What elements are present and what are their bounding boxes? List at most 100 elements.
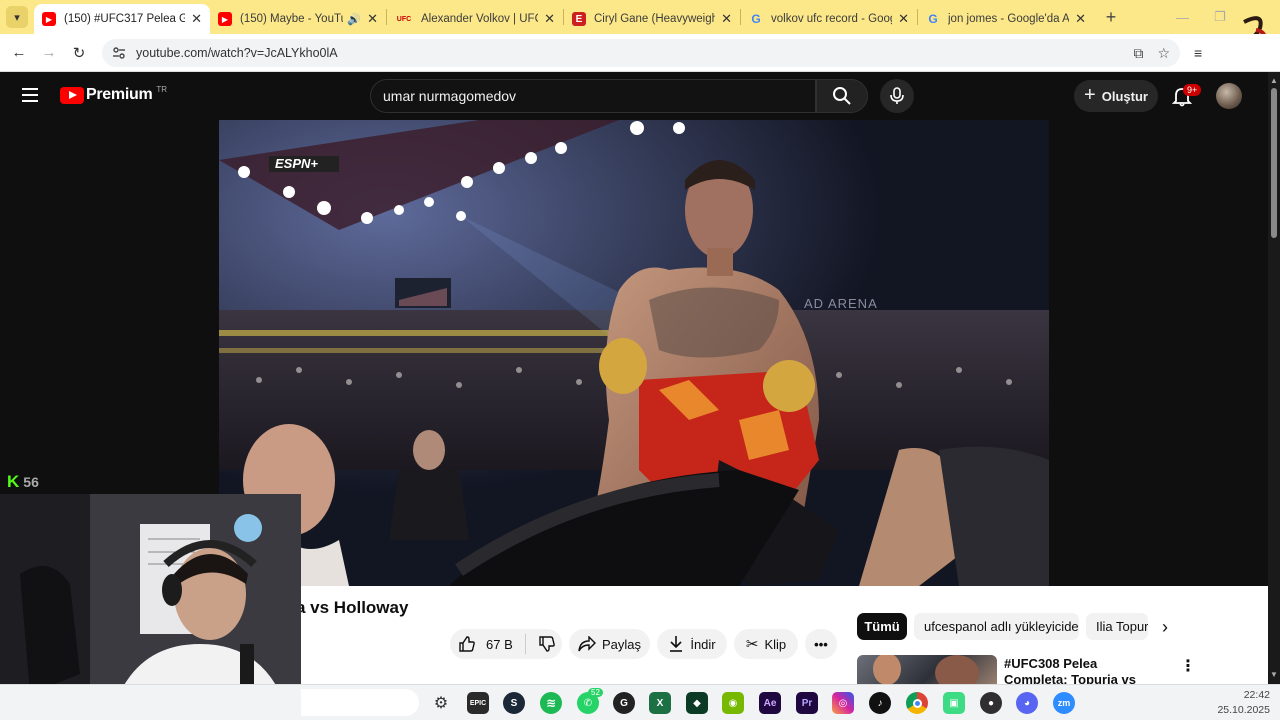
scroll-down-icon[interactable]: ▼ [1270,670,1278,679]
clock-date: 25.10.2025 [1217,704,1270,716]
search-input[interactable]: umar nurmagomedov [370,79,816,113]
tab-title: (150) Maybe - YouTube [240,13,343,25]
system-clock[interactable]: 22:42 25.10.2025 [1200,688,1270,718]
youtube-icon: ▶ [218,12,232,26]
like-count[interactable]: 67 B [486,637,513,652]
install-app-icon[interactable]: ⧉ [1133,45,1143,62]
create-button[interactable]: + Oluştur [1074,80,1158,112]
youtube-play-icon [60,86,84,104]
excel-icon[interactable]: X [649,692,671,714]
avatar[interactable] [1216,83,1242,109]
omnibox[interactable]: youtube.com/watch?v=JcALYkho0lA ⧉ ☆ [102,39,1180,67]
youtube-premium-logo[interactable]: Premium TR [60,85,167,104]
thumbnail-image [873,655,979,685]
tiktok-icon[interactable]: ♪ [869,692,891,714]
tab-volkov-record[interactable]: G volkov ufc record - Google ✕ [741,4,917,34]
new-tab-button[interactable]: + [1098,7,1124,28]
restore-button[interactable]: ❐ [1214,0,1226,34]
search-button[interactable] [816,79,868,113]
menu-icon[interactable] [22,88,38,102]
chip-ilia-topuria[interactable]: Ilia Topuria [1086,613,1148,640]
scroll-up-icon[interactable]: ▲ [1270,76,1278,85]
forward-button[interactable]: → [34,44,64,61]
close-icon[interactable]: ✕ [721,11,732,27]
share-icon [578,636,596,652]
minimize-button[interactable]: — [1176,0,1189,34]
video-player[interactable]: ESPN+ AD ARENA [219,120,1049,586]
share-label: Paylaş [601,636,642,652]
thumb-down-icon[interactable] [538,635,556,653]
download-label: İndir [690,636,716,652]
android-icon[interactable]: ▣ [943,692,965,714]
premiere-icon[interactable]: Pr [796,692,818,714]
g-hub-icon[interactable]: G [613,692,635,714]
close-icon[interactable]: ✕ [367,11,378,27]
tab-ciryl-gane[interactable]: E Ciryl Gane (Heavyweight) M ✕ [564,4,740,34]
clip-label: Klip [764,636,787,652]
more-actions-button[interactable]: ••• [805,629,837,659]
back-button[interactable]: ← [4,44,34,61]
tab-volkov-ufc[interactable]: UFC Alexander Volkov | UFC ✕ [387,4,563,34]
recommendation-thumbnail[interactable] [857,655,997,685]
arrow-left-icon: ← [11,44,27,61]
tab-title: volkov ufc record - Google [771,13,893,25]
arena-sign: AD ARENA [804,296,878,311]
close-icon[interactable]: ✕ [191,11,202,27]
download-button[interactable]: İndir [657,629,727,659]
close-icon[interactable]: ✕ [898,11,909,27]
kick-viewer-count: 56 [23,474,39,490]
spotify-icon[interactable]: ≋ [540,692,562,714]
chip-all[interactable]: Tümü [857,613,907,640]
google-icon: G [928,12,938,26]
tab-title: Ciryl Gane (Heavyweight) M [594,13,716,25]
media-control-button[interactable]: ≡ [1194,34,1202,72]
more-vertical-icon[interactable]: ⋮ [1180,656,1196,676]
taskbar-search[interactable] [301,689,419,716]
chrome-icon[interactable] [906,692,928,714]
after-effects-icon[interactable]: Ae [759,692,781,714]
tab-ufc317[interactable]: ▶ (150) #UFC317 Pelea Gratis ✕ [34,4,210,34]
obs-icon[interactable]: ● [980,692,1002,714]
chip-uploader[interactable]: ufcespanol adlı yükleyiciden [914,613,1079,640]
recommendation-title[interactable]: #UFC308 Pelea Completa: Topuria vs Volka… [1004,656,1164,684]
tab-maybe[interactable]: ▶ (150) Maybe - YouTube 🔊 ✕ [210,4,386,34]
tab-search-dropdown[interactable]: ▾ [6,6,28,28]
clip-button[interactable]: ✂ Klip [734,629,798,659]
kick-icon: K [7,472,20,491]
speaker-icon[interactable]: 🔊 [347,13,361,26]
tab-title: jon jomes - Google'da Ara [948,13,1070,25]
page-scrollbar[interactable]: ▲ ▼ [1268,72,1280,684]
tab-title: (150) #UFC317 Pelea Gratis [64,13,186,25]
browser-tab-strip: ▾ ▶ (150) #UFC317 Pelea Gratis ✕ ▶ (150)… [0,0,1280,34]
site-settings-icon[interactable] [112,46,126,60]
notification-badge: 9+ [1183,84,1202,96]
kick-viewer-badge: K 56 [7,472,39,492]
like-divider [524,634,526,654]
thumb-up-icon[interactable] [458,635,476,653]
bookmark-star-icon[interactable]: ☆ [1157,45,1170,62]
discord-icon[interactable]: ◕ [1016,692,1038,714]
close-icon[interactable]: ✕ [1075,11,1086,27]
queue-music-icon: ≡ [1194,45,1203,61]
close-icon[interactable]: ✕ [544,11,555,27]
zoom-icon[interactable]: zm [1053,692,1075,714]
scrollbar-thumb[interactable] [1271,88,1277,238]
clock-time: 22:42 [1243,689,1270,701]
steam-icon[interactable]: S [503,692,525,714]
reload-icon: ↻ [72,44,86,62]
instagram-icon[interactable]: ◎ [832,692,854,714]
chip-label: Ilia Topuria [1096,619,1148,634]
search-icon [833,87,851,105]
tab-jon-jomes[interactable]: G jon jomes - Google'da Ara ✕ [918,4,1094,34]
epic-games-icon[interactable]: EPIC [467,692,489,714]
ea-icon[interactable]: ◆ [686,692,708,714]
settings-icon[interactable]: ⚙ [430,692,452,714]
logo-text: Premium [86,86,153,103]
espn-watermark: ESPN+ [275,156,318,171]
youtube-icon: ▶ [42,12,56,26]
reload-button[interactable]: ↻ [64,44,94,62]
nvidia-icon[interactable]: ◉ [722,692,744,714]
chevron-right-icon[interactable]: › [1162,617,1168,638]
voice-search-button[interactable] [880,79,914,113]
share-button[interactable]: Paylaş [569,629,650,659]
